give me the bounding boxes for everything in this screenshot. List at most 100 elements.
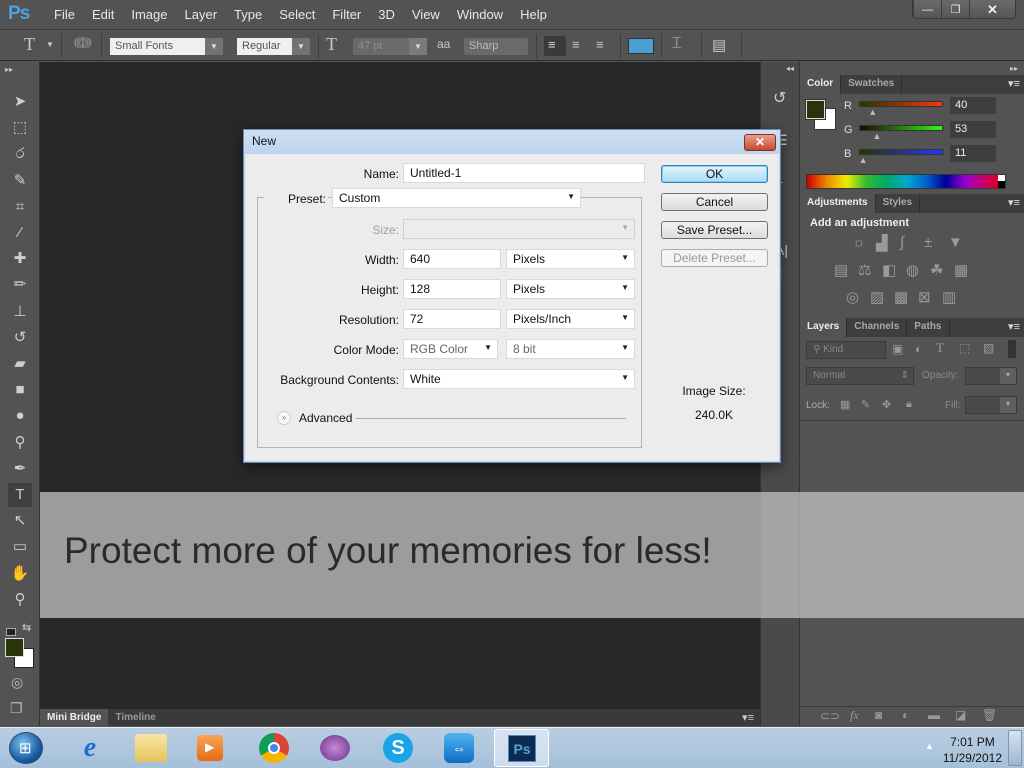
show-desktop-button[interactable]: [1008, 730, 1022, 766]
taskbar-photoshop-button[interactable]: Ps: [494, 729, 549, 767]
width-unit-select[interactable]: Pixels ▼: [506, 249, 635, 269]
menu-file[interactable]: File: [46, 7, 84, 22]
dodge-tool-icon[interactable]: ⚲: [8, 431, 32, 455]
menu-help[interactable]: Help: [512, 7, 556, 22]
threshold-icon[interactable]: ▩: [894, 288, 908, 306]
font-family-dropdown-icon[interactable]: ▼: [205, 38, 223, 55]
new-group-icon[interactable]: ▬: [928, 708, 940, 722]
start-button[interactable]: ⊞: [9, 732, 43, 764]
brush-tool-icon[interactable]: ✏: [8, 273, 32, 297]
quick-select-tool-icon[interactable]: ✎: [8, 169, 32, 193]
expand-tools-icon[interactable]: ▸▸: [5, 65, 13, 74]
levels-icon[interactable]: ▟: [876, 234, 888, 252]
background-contents-select[interactable]: White ▼: [403, 369, 635, 389]
resolution-unit-select[interactable]: Pixels/Inch ▼: [506, 309, 635, 329]
photo-filter-icon[interactable]: ◍: [906, 261, 919, 279]
brightness-contrast-icon[interactable]: ☼: [852, 234, 866, 251]
antialias-select[interactable]: Sharp: [464, 38, 528, 55]
blur-tool-icon[interactable]: ●: [8, 404, 32, 428]
hue-saturation-icon[interactable]: ▤: [834, 261, 848, 279]
media-player-icon[interactable]: ▶: [197, 735, 223, 761]
height-unit-select[interactable]: Pixels ▼: [506, 279, 635, 299]
tab-channels[interactable]: Channels: [847, 318, 908, 337]
menu-filter[interactable]: Filter: [324, 7, 370, 22]
channel-mixer-icon[interactable]: ☘: [930, 261, 943, 279]
lock-all-icon[interactable]: 🔒︎: [906, 398, 912, 411]
screen-mode-icon[interactable]: ❐: [10, 700, 23, 717]
tab-color[interactable]: Color: [800, 75, 842, 94]
resolution-input[interactable]: 72: [403, 309, 501, 329]
fill-field[interactable]: ▼: [965, 396, 1017, 414]
hand-tool-icon[interactable]: ✋: [8, 562, 32, 586]
selective-color-icon[interactable]: ⊠: [918, 288, 931, 306]
height-input[interactable]: 128: [403, 279, 501, 299]
align-right-icon[interactable]: ≡: [596, 37, 604, 52]
menu-image[interactable]: Image: [123, 7, 176, 22]
link-layers-icon[interactable]: ⊂⊃: [820, 709, 840, 723]
menu-3d[interactable]: 3D: [370, 7, 404, 22]
adjustments-panel-menu-icon[interactable]: ▾≡: [1008, 196, 1020, 209]
bit-depth-select[interactable]: 8 bit ▼: [506, 339, 635, 359]
menu-view[interactable]: View: [404, 7, 449, 22]
color-mode-select[interactable]: RGB Color ▼: [403, 339, 498, 359]
text-color-swatch[interactable]: [628, 38, 654, 54]
layer-filter-select[interactable]: ⚲ Kind: [806, 341, 886, 359]
tab-paths[interactable]: Paths: [907, 318, 950, 337]
gradient-map-icon[interactable]: ▥: [942, 288, 956, 306]
black-white-icon[interactable]: ◧: [882, 261, 896, 279]
character-panel-icon[interactable]: ▤: [712, 36, 726, 54]
system-clock[interactable]: 7:01 PM 11/29/2012: [943, 734, 1002, 766]
opacity-field[interactable]: ▼: [965, 367, 1017, 385]
marquee-tool-icon[interactable]: ⬚: [8, 116, 32, 140]
eraser-tool-icon[interactable]: ▰: [8, 352, 32, 376]
crop-tool-icon[interactable]: ⌗: [8, 195, 32, 219]
teamviewer-icon[interactable]: ⇔: [444, 733, 474, 763]
channel-slider-b[interactable]: [859, 149, 943, 155]
yahoo-messenger-icon[interactable]: [320, 735, 350, 761]
font-style-field[interactable]: Regular: [237, 38, 292, 55]
cancel-button[interactable]: Cancel: [661, 193, 768, 211]
filter-type-icon[interactable]: T: [936, 340, 944, 356]
menu-window[interactable]: Window: [449, 7, 512, 22]
filter-pixel-icon[interactable]: ▣: [892, 342, 903, 356]
minimize-button[interactable]: —: [913, 0, 941, 18]
color-spectrum-bar[interactable]: [806, 174, 1006, 189]
internet-explorer-icon[interactable]: e: [73, 732, 107, 764]
add-mask-icon[interactable]: ◙: [875, 708, 882, 722]
lock-transparent-icon[interactable]: ▦: [840, 398, 850, 411]
path-select-tool-icon[interactable]: ↖: [8, 509, 32, 533]
color-lookup-icon[interactable]: ▦: [954, 261, 968, 279]
lock-position-icon[interactable]: ✥: [882, 398, 891, 411]
close-button[interactable]: ✕: [969, 0, 1015, 18]
filter-toggle[interactable]: [1008, 340, 1016, 358]
chrome-icon[interactable]: [259, 733, 289, 763]
advanced-toggle[interactable]: »: [277, 411, 291, 425]
preset-select[interactable]: Custom ▼: [332, 188, 581, 208]
history-brush-tool-icon[interactable]: ↺: [8, 326, 32, 350]
blend-mode-select[interactable]: Normal ⇕: [806, 367, 914, 385]
channel-value-r[interactable]: 40: [950, 97, 996, 114]
tab-swatches[interactable]: Swatches: [841, 75, 903, 94]
width-input[interactable]: 640: [403, 249, 501, 269]
menu-type[interactable]: Type: [226, 7, 271, 22]
default-colors-icon[interactable]: [6, 628, 16, 636]
panel-dock-collapse-icon[interactable]: ▸▸: [1010, 64, 1018, 73]
layer-style-icon[interactable]: fx: [850, 708, 859, 723]
advanced-label[interactable]: Advanced: [299, 411, 352, 425]
font-size-dropdown-icon[interactable]: ▼: [409, 38, 427, 55]
collapse-panels-icon[interactable]: ◂◂: [786, 64, 794, 73]
lasso-tool-icon[interactable]: ර: [8, 142, 32, 166]
layers-panel-menu-icon[interactable]: ▾≡: [1008, 320, 1020, 333]
panel-menu-icon[interactable]: ▾≡: [742, 711, 754, 724]
font-family-field[interactable]: Small Fonts: [110, 38, 205, 55]
posterize-icon[interactable]: ▨: [870, 288, 884, 306]
swap-colors-icon[interactable]: ⇆: [22, 621, 31, 634]
new-layer-icon[interactable]: ◪: [955, 708, 966, 722]
filter-shape-icon[interactable]: ⬚: [959, 341, 970, 355]
dialog-close-button[interactable]: ✕: [744, 134, 776, 151]
restore-button[interactable]: ❐: [941, 0, 969, 18]
filter-smart-object-icon[interactable]: ▨: [983, 341, 994, 355]
type-tool-preset-icon[interactable]: T: [24, 34, 35, 55]
show-hidden-icons-icon[interactable]: ▲: [925, 741, 934, 751]
eyedropper-tool-icon[interactable]: ⁄: [8, 221, 32, 245]
